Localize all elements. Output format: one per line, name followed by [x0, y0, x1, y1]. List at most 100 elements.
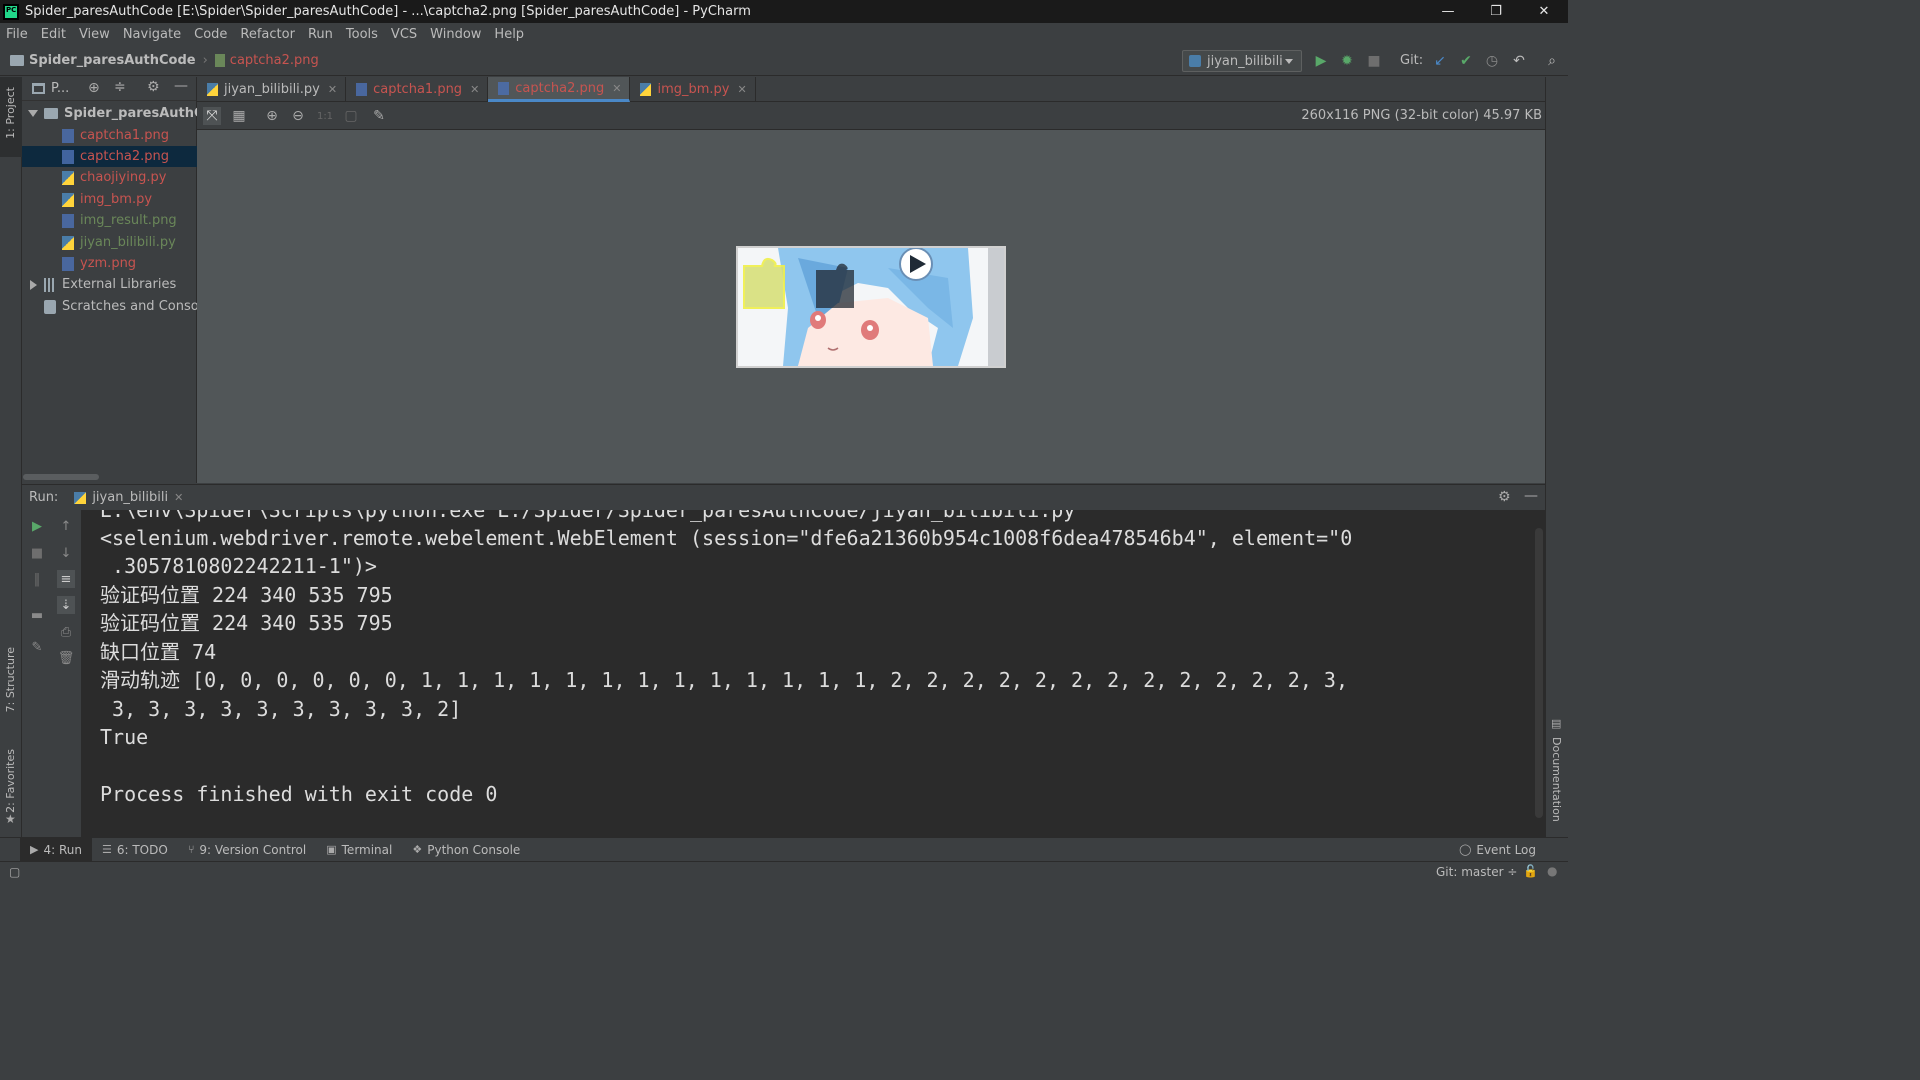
grid-icon[interactable]: ▦ — [230, 107, 248, 125]
star-icon: ★ — [5, 812, 16, 826]
close-icon[interactable]: ✕ — [328, 83, 337, 96]
tab-captcha1[interactable]: captcha1.png ✕ — [346, 77, 489, 102]
tool-python-console[interactable]: ❖ Python Console — [402, 838, 530, 862]
project-tool-tab[interactable]: 1: Project — [0, 77, 22, 157]
gear-icon[interactable]: ⚙ — [147, 79, 160, 95]
close-icon[interactable]: ✕ — [470, 83, 479, 96]
close-icon[interactable]: ✕ — [738, 83, 747, 96]
actual-size-icon[interactable]: 1:1 — [316, 107, 334, 125]
git-history-icon[interactable]: ◷ — [1483, 52, 1501, 70]
tree-file-captcha1[interactable]: captcha1.png — [22, 125, 197, 146]
tool-label: Python Console — [427, 842, 521, 857]
menu-window[interactable]: Window — [430, 27, 481, 42]
structure-tool-tab[interactable]: 7: Structure — [4, 647, 17, 712]
run-config-dropdown[interactable]: jiyan_bilibili — [1182, 50, 1302, 72]
run-toolbar: ▶ ↑ ■ ↓ ‖ ≡ ▬ ⇣ ⎙ ✎ 🗑 — [22, 510, 82, 837]
horizontal-scrollbar[interactable] — [23, 474, 99, 480]
todo-icon: ☰ — [101, 843, 112, 856]
tree-file-jiyan-bilibili[interactable]: jiyan_bilibili.py — [22, 232, 197, 253]
stop-icon[interactable]: ■ — [1365, 52, 1383, 70]
menu-view[interactable]: View — [79, 27, 110, 42]
lock-icon[interactable]: 🔓 — [1523, 864, 1538, 878]
print-icon[interactable]: ⎙ — [57, 623, 75, 641]
git-update-icon[interactable]: ↙ — [1431, 52, 1449, 70]
scroll-to-end-icon[interactable]: ⇣ — [57, 596, 75, 614]
close-icon[interactable]: ✕ — [174, 491, 183, 504]
tree-root[interactable]: Spider_paresAuthCod — [22, 103, 197, 124]
layout-icon[interactable]: ▬ — [28, 606, 46, 624]
tree-external-libraries[interactable]: External Libraries — [22, 274, 197, 295]
menu-file[interactable]: File — [6, 27, 28, 42]
fit-icon[interactable]: ⤧ — [203, 107, 221, 125]
tab-label: captcha1.png — [373, 82, 463, 97]
breadcrumb-project[interactable]: Spider_paresAuthCode — [29, 53, 196, 68]
menu-refactor[interactable]: Refactor — [240, 27, 295, 42]
tree-file-yzm[interactable]: yzm.png — [22, 253, 197, 274]
git-commit-icon[interactable]: ✔ — [1457, 52, 1475, 70]
git-branch-widget[interactable]: Git: master ÷ — [1436, 865, 1517, 879]
tree-file-img-bm[interactable]: img_bm.py — [22, 189, 197, 210]
tool-version-control[interactable]: ⑂ 9: Version Control — [178, 838, 316, 862]
right-tool-stripe: ▤ Documentation — [1545, 77, 1568, 837]
down-arrow-icon[interactable]: ↓ — [57, 544, 75, 562]
tool-todo[interactable]: ☰ 6: TODO — [92, 838, 178, 862]
run-tab-jiyan-bilibili[interactable]: jiyan_bilibili ✕ — [74, 490, 183, 505]
hide-icon[interactable]: — — [174, 78, 188, 94]
tree-scratches[interactable]: Scratches and Console — [22, 296, 197, 317]
breadcrumb-file[interactable]: captcha2.png — [230, 53, 319, 68]
menu-tools[interactable]: Tools — [346, 27, 378, 42]
git-revert-icon[interactable]: ↶ — [1510, 52, 1528, 70]
trash-icon[interactable]: 🗑 — [57, 649, 75, 667]
up-arrow-icon[interactable]: ↑ — [57, 517, 75, 535]
stop-icon[interactable]: ■ — [28, 544, 46, 562]
tab-img-bm[interactable]: img_bm.py ✕ — [630, 77, 756, 102]
documentation-tool-tab[interactable]: Documentation — [1550, 737, 1563, 822]
run-icon[interactable]: ▶ — [1312, 52, 1330, 70]
close-window-icon[interactable]: ✕ — [1520, 0, 1568, 23]
zoom-in-icon[interactable]: ⊕ — [263, 107, 281, 125]
zoom-out-icon[interactable]: ⊖ — [289, 107, 307, 125]
menu-run[interactable]: Run — [308, 27, 333, 42]
locate-icon[interactable]: ⊕ — [88, 80, 100, 96]
soft-wrap-icon[interactable]: ≡ — [57, 570, 75, 588]
restore-icon[interactable]: ❐ — [1472, 0, 1520, 23]
menu-code[interactable]: Code — [194, 27, 227, 42]
search-icon[interactable]: ⌕ — [1543, 52, 1561, 70]
menu-vcs[interactable]: VCS — [391, 27, 417, 42]
project-view-dropdown[interactable]: P... — [51, 81, 69, 96]
image-file-icon — [214, 54, 225, 67]
tool-event-log[interactable]: ◯ Event Log — [1449, 838, 1546, 862]
tool-windows-toggle-icon[interactable]: ▢ — [9, 865, 20, 879]
tab-jiyan-bilibili[interactable]: jiyan_bilibili.py ✕ — [197, 77, 347, 102]
close-icon[interactable]: ✕ — [612, 82, 621, 95]
favorites-tool-tab[interactable]: 2: Favorites — [4, 749, 17, 813]
run-panel-header: Run: jiyan_bilibili ✕ ⚙ — — [22, 484, 1545, 510]
vertical-scrollbar[interactable] — [1535, 528, 1543, 818]
hide-panel-icon[interactable]: — — [1524, 488, 1538, 504]
pause-icon[interactable]: ‖ — [28, 570, 46, 588]
fit-zoom-icon[interactable]: ▢ — [342, 107, 360, 125]
menu-edit[interactable]: Edit — [41, 27, 66, 42]
gear-icon[interactable]: ⚙ — [1498, 489, 1511, 505]
expand-right-icon[interactable] — [30, 279, 37, 290]
project-panel-header: P... ⊕ ≑ ⚙ — — [22, 77, 196, 101]
tree-file-img-result[interactable]: img_result.png — [22, 210, 197, 231]
menu-help[interactable]: Help — [494, 27, 524, 42]
menu-navigate[interactable]: Navigate — [123, 27, 181, 42]
color-picker-icon[interactable]: ✎ — [370, 107, 388, 125]
tab-captcha2[interactable]: captcha2.png ✕ — [488, 77, 631, 102]
collapse-all-icon[interactable]: ≑ — [114, 79, 126, 95]
tool-run[interactable]: ▶ 4: Run — [20, 837, 92, 862]
rerun-icon[interactable]: ▶ — [28, 517, 46, 535]
pin-icon[interactable]: ✎ — [28, 638, 46, 656]
minimize-icon[interactable]: — — [1424, 0, 1472, 23]
console-output[interactable]: E:\env\Spider\Scripts\python.exe E:/Spid… — [82, 510, 1545, 837]
status-bar: ▢ Git: master ÷ 🔓 ● — [0, 861, 1568, 882]
tool-terminal[interactable]: ▣ Terminal — [316, 838, 402, 862]
expand-down-icon[interactable] — [28, 110, 38, 117]
debug-icon[interactable]: ✹ — [1338, 52, 1356, 70]
inspector-icon[interactable]: ● — [1547, 864, 1557, 878]
tree-file-chaojiying[interactable]: chaojiying.py — [22, 167, 197, 188]
tree-file-captcha2[interactable]: captcha2.png — [22, 146, 197, 167]
project-tool-label: 1: Project — [4, 87, 17, 139]
